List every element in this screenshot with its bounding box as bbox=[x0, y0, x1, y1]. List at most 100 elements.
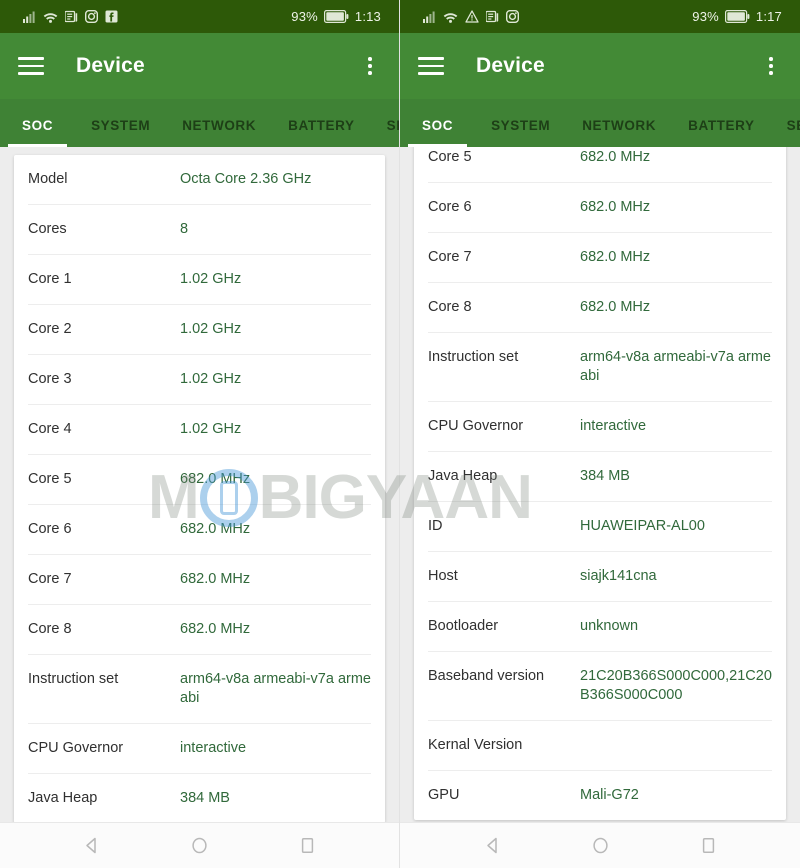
table-row[interactable]: Core 8 682.0 MHz bbox=[28, 605, 371, 655]
tab-soc[interactable]: SOC bbox=[0, 118, 75, 147]
back-icon[interactable] bbox=[477, 831, 507, 861]
row-value: Octa Core 2.36 GHz bbox=[180, 171, 312, 187]
table-row[interactable]: CPU Governor interactive bbox=[28, 724, 371, 774]
table-row[interactable]: Model Octa Core 2.36 GHz bbox=[28, 155, 371, 205]
status-bar-system: 93% 1:13 bbox=[291, 9, 387, 24]
row-label: Core 4 bbox=[28, 421, 72, 437]
app-bar: Device bbox=[400, 33, 800, 99]
row-value: 682.0 MHz bbox=[580, 249, 651, 265]
row-label: Core 7 bbox=[28, 571, 72, 587]
row-label: Baseband version bbox=[428, 668, 545, 684]
instagram-icon bbox=[85, 10, 98, 23]
row-value: interactive bbox=[580, 418, 647, 434]
wifi-icon bbox=[43, 11, 58, 23]
row-label: Core 8 bbox=[28, 621, 72, 637]
signal-bars-icon bbox=[423, 11, 436, 23]
row-value: arm64-v8a armeabi-v7a armeabi bbox=[580, 349, 771, 384]
table-row[interactable]: Java Heap 384 MB bbox=[428, 452, 772, 502]
clock-label: 1:13 bbox=[354, 9, 381, 24]
table-row[interactable]: CPU Governor interactive bbox=[428, 402, 772, 452]
tab-battery[interactable]: BATTERY bbox=[272, 118, 370, 147]
table-row[interactable]: Core 1 1.02 GHz bbox=[28, 255, 371, 305]
row-label: CPU Governor bbox=[428, 418, 524, 434]
table-row[interactable]: ID HUAWEIPAR-AL00 bbox=[428, 502, 772, 552]
tab-battery[interactable]: BATTERY bbox=[672, 118, 770, 147]
tab-system[interactable]: SYSTEM bbox=[475, 118, 566, 147]
tab-soc[interactable]: SOC bbox=[400, 118, 475, 147]
tab-system[interactable]: SYSTEM bbox=[75, 118, 166, 147]
table-row[interactable]: Core 8 682.0 MHz bbox=[428, 283, 772, 333]
battery-icon bbox=[724, 10, 750, 23]
soc-info-card: Core 5 682.0 MHz Core 6 682.0 MHz Core 7 68… bbox=[414, 147, 786, 820]
kebab-menu-icon[interactable] bbox=[760, 55, 782, 77]
hamburger-menu-icon[interactable] bbox=[18, 57, 44, 75]
table-row[interactable]: Core 5 682.0 MHz bbox=[28, 455, 371, 505]
wifi-icon bbox=[443, 11, 458, 23]
hamburger-menu-icon[interactable] bbox=[418, 57, 444, 75]
app-bar: Device bbox=[0, 33, 399, 99]
row-value: 1.02 GHz bbox=[180, 371, 242, 387]
soc-info-content: Model Octa Core 2.36 GHz Cores 8 Core 1 1.0… bbox=[0, 147, 399, 822]
table-row[interactable]: Core 2 1.02 GHz bbox=[28, 305, 371, 355]
table-row[interactable]: Core 3 1.02 GHz bbox=[28, 355, 371, 405]
tab-network[interactable]: NETWORK bbox=[566, 118, 672, 147]
warning-triangle-icon bbox=[465, 10, 479, 23]
recents-icon[interactable] bbox=[293, 831, 323, 861]
table-row[interactable]: Baseband version 21C20B366S000C000,21C20B… bbox=[428, 652, 772, 721]
status-bar-system: 93% 1:17 bbox=[692, 9, 788, 24]
table-row[interactable]: Core 7 682.0 MHz bbox=[28, 555, 371, 605]
row-value: Mali-G72 bbox=[580, 787, 639, 803]
battery-icon bbox=[323, 10, 349, 23]
table-row[interactable]: Bootloader unknown bbox=[428, 602, 772, 652]
table-row[interactable]: Instruction set arm64-v8a armeabi-v7a arm… bbox=[428, 333, 772, 402]
home-icon[interactable] bbox=[185, 831, 215, 861]
row-value: 682.0 MHz bbox=[180, 621, 251, 637]
row-label: ID bbox=[428, 518, 443, 534]
table-row[interactable]: Core 6 682.0 MHz bbox=[428, 183, 772, 233]
tab-network[interactable]: NETWORK bbox=[166, 118, 272, 147]
table-row[interactable]: Core 5 682.0 MHz bbox=[428, 147, 772, 183]
row-value: 682.0 MHz bbox=[180, 571, 251, 587]
row-value: siajk141cna bbox=[580, 568, 657, 584]
table-row[interactable]: Java Heap 384 MB bbox=[28, 774, 371, 822]
table-row[interactable]: Instruction set arm64-v8a armeabi-v7a arm… bbox=[28, 655, 371, 724]
row-value: 682.0 MHz bbox=[580, 299, 651, 315]
row-label: Instruction set bbox=[428, 349, 519, 365]
row-label: Cores bbox=[28, 221, 67, 237]
back-icon[interactable] bbox=[77, 831, 107, 861]
status-bar: 93% 1:13 bbox=[0, 0, 399, 33]
table-row[interactable]: Core 6 682.0 MHz bbox=[28, 505, 371, 555]
table-row[interactable]: GPU Mali-G72 bbox=[428, 771, 772, 820]
row-value: 384 MB bbox=[180, 790, 230, 806]
battery-percent-label: 93% bbox=[692, 9, 719, 24]
battery-percent-label: 93% bbox=[291, 9, 318, 24]
tab-bar: SOC SYSTEM NETWORK BATTERY SE bbox=[0, 99, 399, 147]
home-icon[interactable] bbox=[585, 831, 615, 861]
row-label: Core 6 bbox=[28, 521, 72, 537]
table-row[interactable]: Kernal Version bbox=[428, 721, 772, 771]
table-row[interactable]: Cores 8 bbox=[28, 205, 371, 255]
row-label: Core 5 bbox=[428, 149, 472, 165]
table-row[interactable]: Core 4 1.02 GHz bbox=[28, 405, 371, 455]
row-value: 384 MB bbox=[580, 468, 630, 484]
row-value: 682.0 MHz bbox=[180, 471, 251, 487]
kebab-menu-icon[interactable] bbox=[359, 55, 381, 77]
row-value: 8 bbox=[180, 221, 189, 237]
row-label: Core 3 bbox=[28, 371, 72, 387]
row-label: Instruction set bbox=[28, 671, 119, 687]
row-value: unknown bbox=[580, 618, 639, 634]
tab-bar: SOC SYSTEM NETWORK BATTERY SE bbox=[400, 99, 800, 147]
tab-sensors[interactable]: SE bbox=[771, 118, 800, 147]
row-value: interactive bbox=[180, 740, 247, 756]
row-value: 682.0 MHz bbox=[180, 521, 251, 537]
table-row[interactable]: Host siajk141cna bbox=[428, 552, 772, 602]
table-row[interactable]: Core 7 682.0 MHz bbox=[428, 233, 772, 283]
row-label: Model bbox=[28, 171, 68, 187]
row-value: HUAWEIPAR-AL00 bbox=[580, 518, 705, 534]
row-value: arm64-v8a armeabi-v7a armeabi bbox=[180, 671, 371, 706]
phone-screenshot-right: 93% 1:17 Device SOC SYSTEM NETWORK BATTE… bbox=[400, 0, 800, 868]
soc-info-card: Model Octa Core 2.36 GHz Cores 8 Core 1 1.0… bbox=[14, 155, 385, 822]
recents-icon[interactable] bbox=[693, 831, 723, 861]
tab-sensors[interactable]: SE bbox=[371, 118, 399, 147]
row-label: Host bbox=[428, 568, 458, 584]
